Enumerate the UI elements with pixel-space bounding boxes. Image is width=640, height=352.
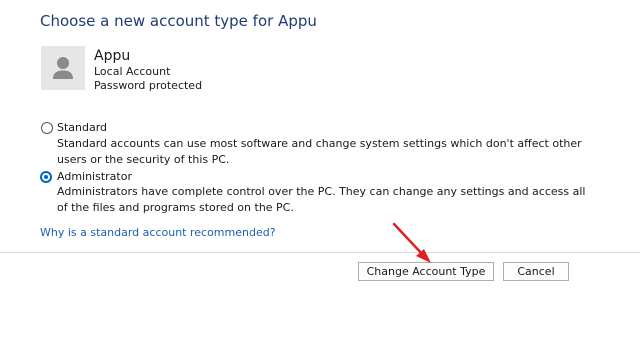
- user-info: Appu Local Account Password protected: [94, 47, 202, 93]
- help-link[interactable]: Why is a standard account recommended?: [40, 226, 276, 239]
- radio-standard[interactable]: [41, 122, 53, 134]
- option-label-standard[interactable]: Standard: [57, 121, 107, 135]
- password-status: Password protected: [94, 79, 203, 92]
- user-avatar: [41, 46, 85, 90]
- user-icon: [53, 57, 73, 79]
- cancel-button[interactable]: Cancel: [503, 262, 569, 281]
- option-description-administrator: Administrators have complete control ove…: [57, 185, 586, 214]
- account-type: Local Account: [94, 65, 171, 78]
- option-label-administrator[interactable]: Administrator: [57, 170, 132, 184]
- divider: [0, 252, 640, 253]
- change-account-type-button[interactable]: Change Account Type: [358, 262, 494, 281]
- page-title: Choose a new account type for Appu: [40, 12, 317, 30]
- option-description-standard: Standard accounts can use most software …: [57, 137, 582, 166]
- radio-administrator[interactable]: [40, 171, 52, 183]
- user-name: Appu: [94, 48, 131, 64]
